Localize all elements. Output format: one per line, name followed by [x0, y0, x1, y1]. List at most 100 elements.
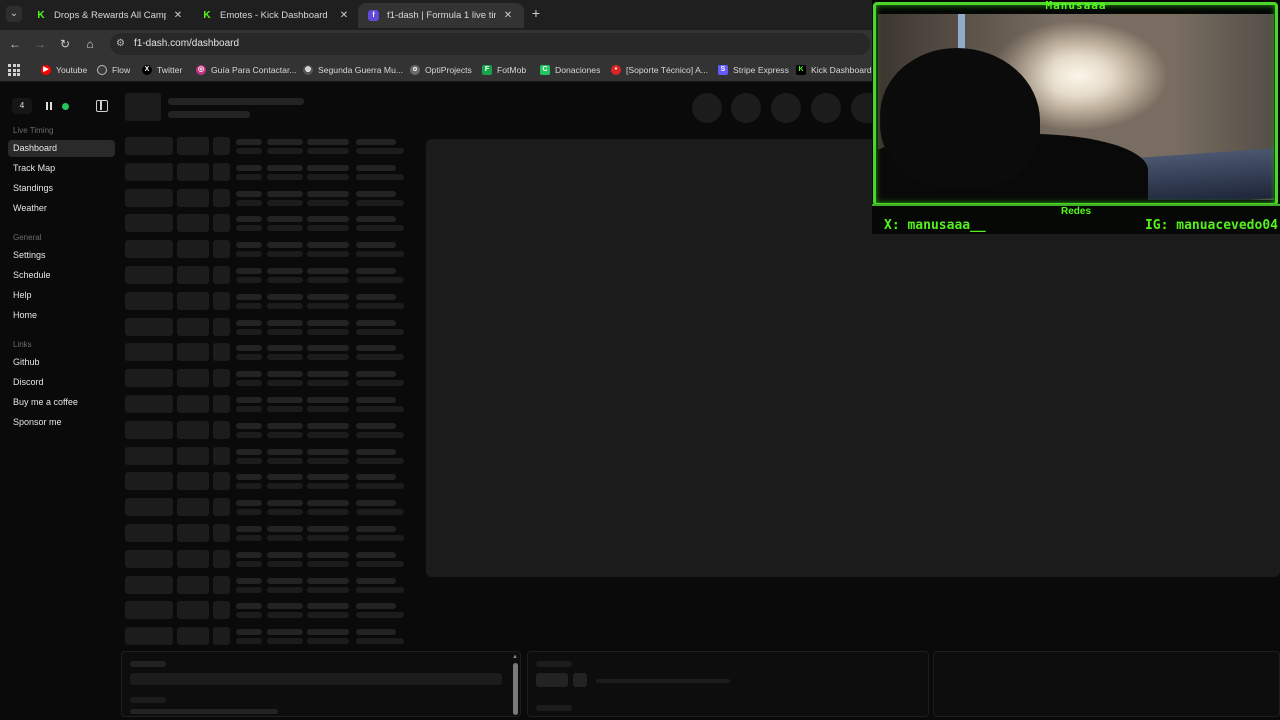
header-circle-skeleton [771, 93, 801, 123]
nav-item-weather[interactable]: Weather [8, 200, 115, 217]
overlay-channel-title: Manusaaa [1045, 0, 1107, 12]
sidebar-toggle-icon[interactable] [96, 100, 108, 112]
leaderboard-row-skeleton [213, 420, 230, 439]
nav-item-sponsor-me[interactable]: Sponsor me [8, 414, 115, 431]
leaderboard-row-skeleton [213, 137, 230, 155]
close-icon[interactable]: ✕ [502, 10, 514, 21]
youtube-icon: ▶ [41, 65, 51, 75]
leaderboard-row-skeleton [307, 406, 349, 412]
bookmark-segunda-guerra[interactable]: ◍ Segunda Guerra Mu... [303, 63, 403, 77]
forward-arrow-icon[interactable]: → [32, 36, 48, 52]
leaderboard-row-skeleton [236, 225, 262, 232]
nav-item-buy-me-a-coffee[interactable]: Buy me a coffee [8, 394, 115, 411]
panel-skeleton [130, 697, 166, 703]
leaderboard-row-skeleton [267, 354, 303, 361]
url-text[interactable]: f1-dash.com/dashboard [134, 38, 239, 49]
bookmark-youtube[interactable]: ▶ Youtube [41, 63, 87, 77]
leaderboard-row-skeleton [125, 343, 173, 362]
home-icon[interactable]: ⌂ [82, 36, 98, 52]
nav-item-help[interactable]: Help [8, 287, 115, 304]
leaderboard-row-skeleton [307, 526, 349, 532]
leaderboard-row-skeleton [356, 371, 396, 378]
leaderboard-row-skeleton [236, 474, 262, 481]
back-arrow-icon[interactable]: ← [7, 36, 23, 52]
leaderboard-row-skeleton [236, 560, 262, 567]
scrollbar-thumb[interactable] [513, 663, 518, 715]
tab-emotes[interactable]: K Emotes - Kick Dashboard ✕ [192, 3, 360, 28]
leaderboard-row-skeleton [356, 354, 404, 361]
tab-title: Drops & Rewards All Campaigns [54, 10, 166, 21]
leaderboard-row-skeleton [267, 526, 303, 532]
leaderboard-row-skeleton [177, 601, 209, 620]
leaderboard-row-skeleton [267, 251, 303, 258]
site-info-icon[interactable]: ⚙ [116, 37, 128, 51]
leaderboard-row-skeleton [307, 216, 349, 223]
nav-item-home[interactable]: Home [8, 307, 115, 324]
leaderboard-row-skeleton [125, 291, 173, 310]
leaderboard-row-skeleton [307, 397, 349, 403]
bookmark-flow[interactable]: Flow [97, 63, 130, 77]
leaderboard-row-skeleton [177, 524, 209, 542]
leaderboard-row-skeleton [267, 406, 303, 412]
bookmark-fotmob[interactable]: F FotMob [482, 63, 526, 77]
leaderboard-row-skeleton [267, 629, 303, 636]
address-bar[interactable]: ⚙ f1-dash.com/dashboard [110, 33, 870, 55]
leaderboard-row-skeleton [307, 474, 349, 481]
leaderboard-row-skeleton [307, 251, 349, 258]
nav-item-discord[interactable]: Discord [8, 374, 115, 391]
leaderboard-row-skeleton [236, 268, 262, 274]
bookmark-stripe[interactable]: S Stripe Express [718, 63, 789, 77]
leaderboard-row-skeleton [356, 509, 404, 516]
track-violations-panel [933, 651, 1280, 717]
new-tab-plus-icon[interactable]: + [529, 6, 543, 20]
bookmark-optiprojects[interactable]: o OptiProjects [410, 63, 472, 77]
nav-item-standings[interactable]: Standings [8, 180, 115, 197]
bookmark-kick-dashboard[interactable]: K Kick Dashboard [796, 63, 872, 77]
pause-icon[interactable] [43, 98, 53, 114]
bookmark-label: FotMob [497, 65, 527, 75]
leaderboard-row-skeleton [236, 380, 262, 387]
bookmark-donaciones[interactable]: C Donaciones [540, 63, 600, 77]
nav-item-schedule[interactable]: Schedule [8, 267, 115, 284]
panel-skeleton [130, 661, 166, 667]
leaderboard-row-skeleton [177, 627, 209, 646]
nav-item-dashboard[interactable]: Dashboard [8, 140, 115, 157]
bookmark-twitter[interactable]: X Twitter [142, 63, 182, 77]
leaderboard-row-skeleton [356, 577, 396, 584]
leaderboard-row-skeleton [356, 457, 404, 464]
leaderboard-row-skeleton [177, 420, 209, 439]
leaderboard-row-skeleton [307, 225, 349, 232]
tab-drops-rewards[interactable]: K Drops & Rewards All Campaigns ✕ [26, 3, 194, 28]
reload-icon[interactable]: ↻ [57, 36, 73, 52]
tab-f1-dash[interactable]: f f1-dash | Formula 1 live timing ✕ [358, 3, 524, 28]
nav-item-github[interactable]: Github [8, 354, 115, 371]
leaderboard-row-skeleton [177, 214, 209, 233]
live-status-dot [62, 103, 69, 110]
close-icon[interactable]: ✕ [172, 10, 184, 21]
leaderboard-row-skeleton [267, 173, 303, 180]
leaderboard-row-skeleton [307, 448, 349, 455]
bookmark-label: OptiProjects [425, 65, 472, 75]
bookmark-soporte[interactable]: • [Soporte Técnico] A... [611, 63, 708, 77]
leaderboard-row-skeleton [356, 293, 396, 300]
leaderboard-row-skeleton [177, 369, 209, 388]
close-icon[interactable]: ✕ [338, 10, 350, 21]
scroll-up-arrow-icon[interactable]: ▲ [511, 654, 519, 660]
nav-item-settings[interactable]: Settings [8, 247, 115, 264]
bookmark-guia[interactable]: ◎ Guía Para Contactar... [196, 63, 297, 77]
kick-icon: K [203, 9, 211, 21]
leaderboard-row-skeleton [307, 277, 349, 283]
header-circle-skeleton [851, 93, 872, 123]
apps-grid-icon[interactable] [8, 64, 20, 76]
leaderboard-row-skeleton [213, 472, 230, 491]
leaderboard-row-skeleton [356, 629, 396, 636]
leaderboard-row-skeleton [307, 345, 349, 352]
leaderboard-row-skeleton [356, 526, 396, 532]
leaderboard-row-skeleton [236, 173, 262, 180]
tab-search-chevron-icon[interactable]: ⌄ [6, 6, 22, 22]
leaderboard-row-skeleton [356, 268, 396, 274]
leaderboard-row-skeleton [236, 277, 262, 283]
leaderboard-row-skeleton [125, 446, 173, 465]
nav-item-track-map[interactable]: Track Map [8, 160, 115, 177]
leaderboard-row-skeleton [267, 509, 303, 516]
